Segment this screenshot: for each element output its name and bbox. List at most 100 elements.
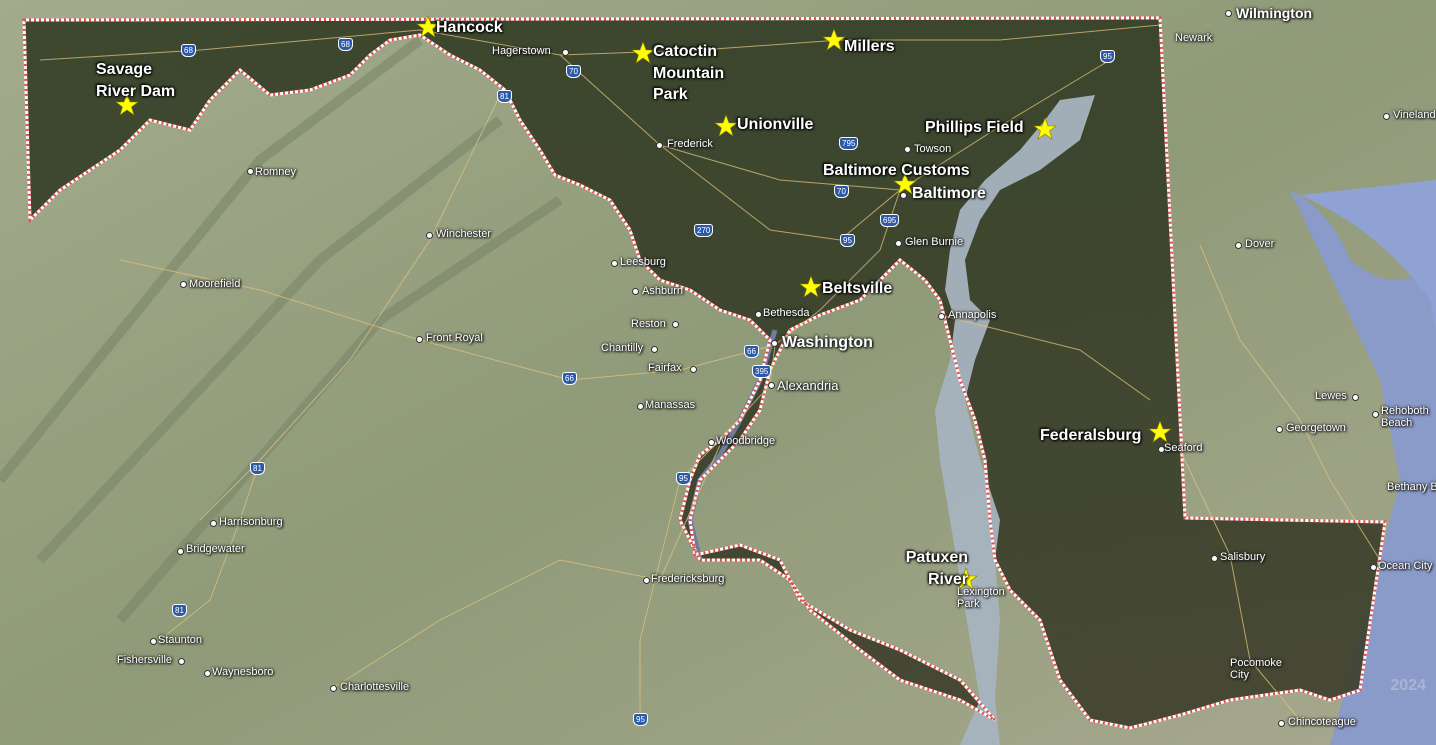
city-label-ashburn[interactable]: Ashburn: [642, 285, 683, 297]
city-label-frederick[interactable]: Frederick: [667, 138, 713, 150]
highway-shield: 81: [172, 604, 187, 617]
city-label-newark[interactable]: Newark: [1175, 32, 1212, 44]
highway-shield: 66: [562, 372, 577, 385]
city-label-washington[interactable]: Washington: [782, 334, 873, 352]
city-label-bethesda[interactable]: Bethesda: [763, 307, 809, 319]
city-dot: [150, 638, 157, 645]
star-marker-icon[interactable]: [1148, 420, 1172, 444]
highway-shield: 70: [566, 65, 581, 78]
map-base: [0, 0, 1436, 745]
city-label-harrisonburg[interactable]: Harrisonburg: [219, 516, 283, 528]
marker-label-federalsburg[interactable]: Federalsburg: [1040, 425, 1141, 447]
marker-label-millers[interactable]: Millers: [844, 36, 895, 58]
city-label-georgetown[interactable]: Georgetown: [1286, 422, 1346, 434]
star-marker-icon[interactable]: [822, 28, 846, 52]
city-label-hagerstown[interactable]: Hagerstown: [492, 45, 551, 57]
city-label-bethany-beach[interactable]: Bethany Beach: [1387, 481, 1436, 493]
highway-shield: 95: [676, 472, 691, 485]
city-label-front-royal[interactable]: Front Royal: [426, 332, 483, 344]
city-dot: [210, 520, 217, 527]
city-dot: [180, 281, 187, 288]
map-canvas[interactable]: 68 68 70 81 795 70 695 270 95 95 66 395 …: [0, 0, 1436, 745]
marker-label-catoctin-mountain-park[interactable]: Catoctin Mountain Park: [653, 41, 735, 106]
marker-label-savage-river-dam[interactable]: Savage River Dam: [96, 59, 176, 102]
highway-shield: 795: [839, 137, 859, 150]
city-dot: [177, 548, 184, 555]
city-label-rehoboth-beach[interactable]: Rehoboth Beach: [1381, 405, 1433, 429]
city-label-alexandria[interactable]: Alexandria: [777, 378, 838, 393]
city-label-vineland[interactable]: Vineland: [1393, 109, 1436, 121]
highway-shield: 66: [744, 345, 759, 358]
city-label-woodbridge[interactable]: Woodbridge: [716, 435, 775, 447]
city-label-annapolis[interactable]: Annapolis: [948, 309, 996, 321]
city-dot: [1278, 720, 1285, 727]
highway-shield: 395: [752, 365, 772, 378]
city-label-leesburg[interactable]: Leesburg: [620, 256, 666, 268]
city-label-bridgewater[interactable]: Bridgewater: [186, 543, 245, 555]
city-label-manassas[interactable]: Manassas: [645, 399, 695, 411]
city-label-reston[interactable]: Reston: [631, 318, 666, 330]
city-dot: [672, 321, 679, 328]
city-dot: [651, 346, 658, 353]
city-dot: [895, 240, 902, 247]
city-dot: [904, 146, 911, 153]
city-label-winchester[interactable]: Winchester: [436, 228, 491, 240]
city-label-pocomoke-city[interactable]: Pocomoke City: [1230, 657, 1282, 681]
city-label-towson[interactable]: Towson: [914, 143, 951, 155]
city-label-charlottesville[interactable]: Charlottesville: [340, 681, 409, 693]
city-label-ocean-city[interactable]: Ocean City: [1378, 560, 1432, 572]
star-marker-icon[interactable]: [1033, 117, 1057, 141]
city-label-chantilly[interactable]: Chantilly: [601, 342, 643, 354]
marker-label-patuxen-river[interactable]: Patuxen River: [898, 547, 968, 590]
map-watermark: 2024: [1390, 677, 1426, 694]
highway-shield: 81: [497, 90, 512, 103]
city-dot: [1235, 242, 1242, 249]
city-label-moorefield[interactable]: Moorefield: [189, 278, 240, 290]
highway-shield: 70: [834, 185, 849, 198]
marker-label-unionville[interactable]: Unionville: [737, 114, 813, 136]
city-label-waynesboro[interactable]: Waynesboro: [212, 666, 273, 678]
marker-label-baltimore-customs[interactable]: Baltimore Customs: [823, 160, 970, 182]
city-dot: [416, 336, 423, 343]
city-dot: [656, 142, 663, 149]
star-marker-icon[interactable]: [714, 114, 738, 138]
city-label-glen-burnie[interactable]: Glen Burnie: [905, 236, 963, 248]
city-label-lewes[interactable]: Lewes: [1315, 390, 1347, 402]
city-dot: [204, 670, 211, 677]
city-dot: [1370, 564, 1377, 571]
city-label-fairfax[interactable]: Fairfax: [648, 362, 682, 374]
city-dot: [1352, 394, 1359, 401]
star-marker-icon[interactable]: [631, 41, 655, 65]
marker-label-hancock[interactable]: Hancock: [436, 17, 503, 39]
city-label-fishersville[interactable]: Fishersville: [117, 654, 172, 666]
city-label-wilmington[interactable]: Wilmington: [1236, 5, 1312, 21]
city-dot: [1225, 10, 1232, 17]
marker-label-phillips-field[interactable]: Phillips Field: [925, 117, 1024, 139]
city-label-salisbury[interactable]: Salisbury: [1220, 551, 1265, 563]
city-dot: [1276, 426, 1283, 433]
city-dot: [643, 577, 650, 584]
city-dot: [690, 366, 697, 373]
city-dot: [562, 49, 569, 56]
city-dot: [330, 685, 337, 692]
city-dot: [1383, 113, 1390, 120]
city-label-dover[interactable]: Dover: [1245, 238, 1274, 250]
city-label-romney[interactable]: Romney: [255, 166, 296, 178]
city-dot: [632, 288, 639, 295]
city-dot: [178, 658, 185, 665]
city-dot: [708, 439, 715, 446]
star-marker-icon[interactable]: [799, 275, 823, 299]
city-label-chincoteague[interactable]: Chincoteague: [1288, 716, 1356, 728]
city-label-baltimore[interactable]: Baltimore: [912, 185, 986, 203]
highway-shield: 68: [338, 38, 353, 51]
city-label-staunton[interactable]: Staunton: [158, 634, 202, 646]
city-label-fredericksburg[interactable]: Fredericksburg: [651, 573, 724, 585]
highway-shield: 68: [181, 44, 196, 57]
city-dot: [1211, 555, 1218, 562]
city-dot: [768, 382, 775, 389]
highway-shield: 95: [1100, 50, 1115, 63]
city-dot: [938, 313, 945, 320]
city-dot: [1372, 411, 1379, 418]
marker-label-beltsville[interactable]: Beltsville: [822, 278, 892, 300]
city-dot: [247, 168, 254, 175]
